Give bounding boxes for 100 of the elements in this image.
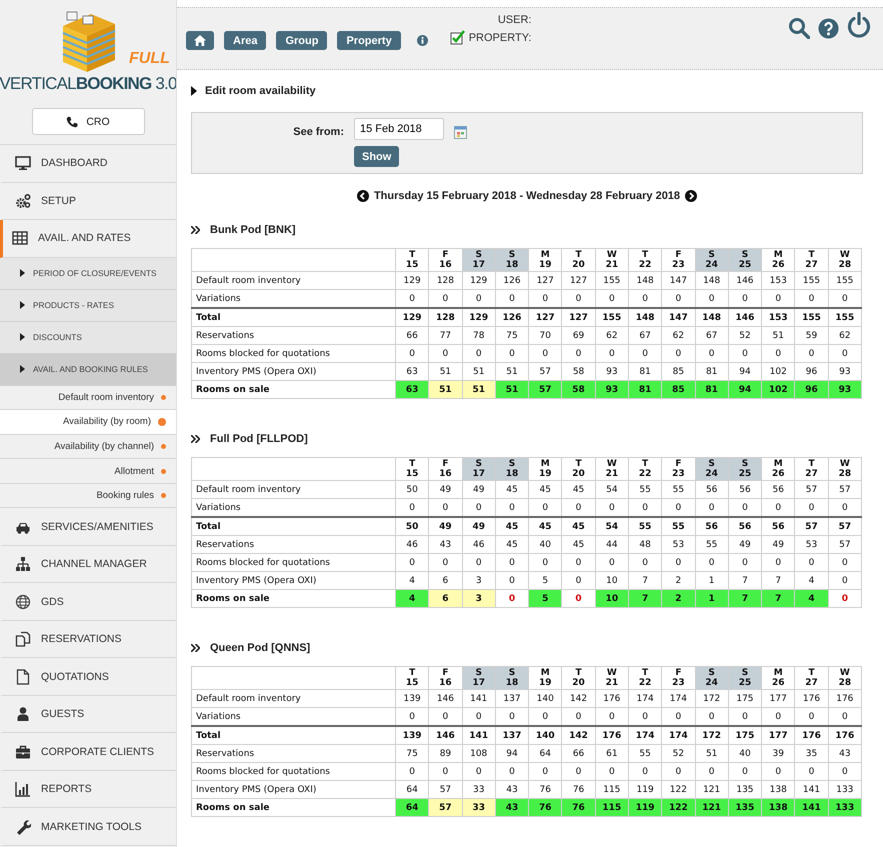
day-header: M 19 [528, 458, 562, 480]
table-cell: 57 [528, 380, 562, 398]
day-header: S 24 [695, 248, 728, 272]
table-cell: 66 [396, 326, 429, 344]
table-cell: 174 [662, 690, 696, 708]
table-cell: 55 [662, 517, 696, 536]
day-header: S 17 [462, 248, 496, 272]
table-cell: 58 [562, 380, 596, 398]
table-cell: 127 [562, 308, 596, 326]
table-cell: 33 [462, 798, 496, 816]
show-button[interactable]: Show [354, 146, 400, 167]
table-cell: 49 [462, 480, 496, 498]
room-type-title: Full Pod [FLLPOD] [210, 433, 308, 445]
table-cell: 153 [762, 308, 795, 326]
previous-icon[interactable] [356, 190, 369, 202]
help-icon[interactable] [818, 18, 839, 38]
day-header: S 18 [495, 458, 529, 480]
table-cell: 0 [428, 344, 462, 362]
table-cell: 4 [794, 590, 828, 608]
room-type-title: Queen Pod [QNNS] [210, 642, 310, 654]
table-cell: 53 [794, 536, 828, 554]
table-cell: 0 [462, 554, 496, 572]
table-cell: 148 [628, 272, 662, 290]
table-cell: 67 [695, 326, 728, 344]
triangle-icon [20, 365, 25, 373]
phone-icon [66, 116, 78, 128]
table-cell: 61 [595, 744, 628, 762]
table-cell: 0 [762, 762, 795, 780]
submenu-item[interactable]: DISCOUNTS [0, 322, 176, 354]
table-cell: 177 [762, 690, 795, 708]
row-label: Reservations [192, 744, 396, 762]
submenu-item[interactable]: PRODUCTS - RATES [0, 290, 176, 322]
day-header: T 22 [628, 666, 662, 690]
day-header: T 15 [396, 458, 429, 480]
table-cell: 155 [595, 272, 628, 290]
menu-item[interactable]: QUOTATIONS [0, 658, 176, 696]
submenu-item[interactable]: AVAIL. AND BOOKING RULES [0, 354, 176, 386]
table-cell: 49 [762, 536, 795, 554]
calendar-icon[interactable] [454, 126, 467, 138]
table-cell: 56 [762, 480, 795, 498]
table-cell: 0 [595, 344, 628, 362]
table-cell: 141 [462, 726, 496, 744]
table-cell: 45 [495, 536, 529, 554]
menu-item[interactable]: GUESTS [0, 696, 176, 734]
menu-item[interactable]: SETUP [0, 182, 176, 220]
row-label: Rooms on sale [192, 798, 396, 816]
table-cell: 177 [762, 726, 795, 744]
table-cell: 0 [628, 344, 662, 362]
row-label: Variations [192, 708, 396, 726]
row-label: Rooms blocked for quotations [192, 344, 396, 362]
table-cell: 133 [828, 798, 862, 816]
table-cell: 51 [695, 744, 728, 762]
submenu-link[interactable]: Default room inventory [0, 386, 176, 410]
table-cell: 67 [628, 326, 662, 344]
table-cell: 0 [495, 554, 529, 572]
day-header: W 28 [828, 458, 862, 480]
row-label: Inventory PMS (Opera OXI) [192, 362, 396, 380]
cro-button[interactable]: CRO [32, 108, 144, 135]
submenu-item[interactable]: PERIOD OF CLOSURE/EVENTS [0, 258, 176, 290]
menu-item[interactable]: GDS [0, 583, 176, 621]
table-cell: 77 [428, 326, 462, 344]
table-cell: 139 [396, 690, 429, 708]
menu-item[interactable]: RESERVATIONS [0, 620, 176, 658]
day-header: S 18 [495, 248, 529, 272]
table-cell: 1 [695, 590, 728, 608]
table-cell: 2 [662, 590, 696, 608]
table-cell: 137 [495, 690, 529, 708]
table-cell: 5 [528, 590, 562, 608]
table-cell: 129 [396, 308, 429, 326]
submenu-link[interactable]: Availability (by channel) [0, 434, 176, 460]
menu-item[interactable]: CORPORATE CLIENTS [0, 733, 176, 771]
next-icon[interactable] [685, 190, 698, 202]
scope-button[interactable]: Group [276, 31, 328, 50]
monitor-icon [15, 155, 31, 172]
table-cell: 50 [396, 517, 429, 536]
menu-item[interactable]: MARKETING TOOLS [0, 808, 176, 846]
table-cell: 0 [695, 344, 728, 362]
table-cell: 81 [695, 380, 728, 398]
menu-item[interactable]: REPORTS [0, 770, 176, 808]
submenu-link[interactable]: Availability (by room) [0, 410, 176, 435]
room-type-title: Bunk Pod [BNK] [210, 224, 296, 236]
date-field[interactable]: 15 Feb 2018 [354, 118, 444, 140]
table-cell: 140 [528, 726, 562, 744]
table-cell: 176 [595, 726, 628, 744]
home-button[interactable] [186, 31, 214, 50]
row-label: Reservations [192, 326, 396, 344]
menu-item[interactable]: SERVICES/AMENITIES [0, 508, 176, 546]
day-header: F 23 [662, 248, 696, 272]
table-cell: 0 [462, 344, 496, 362]
search-icon[interactable] [788, 17, 810, 39]
field-label: See from: [292, 126, 344, 138]
scope-button[interactable]: Property [337, 31, 401, 50]
table-cell: 52 [728, 326, 762, 344]
row-label: Default room inventory [192, 480, 396, 498]
menu-item[interactable]: DASHBOARD [0, 145, 176, 182]
menu-item[interactable]: CHANNEL MANAGER [0, 546, 176, 584]
day-header: S 17 [462, 666, 496, 690]
table-cell: 175 [728, 726, 762, 744]
power-icon[interactable] [847, 12, 871, 38]
scope-button[interactable]: Area [224, 31, 266, 50]
